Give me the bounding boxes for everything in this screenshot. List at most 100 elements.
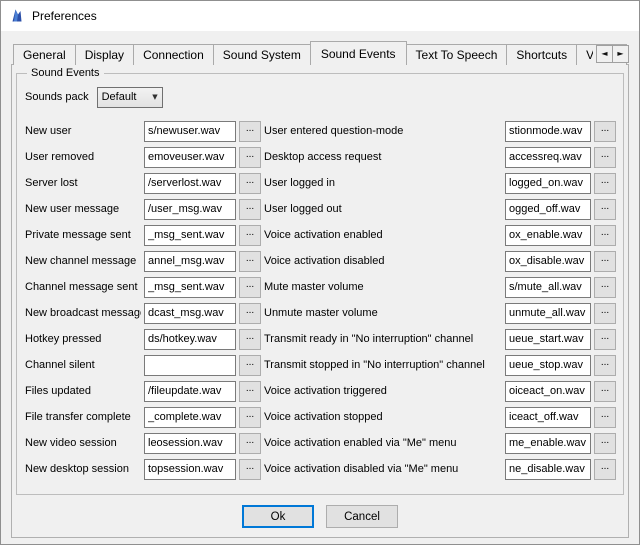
- tab-shortcuts[interactable]: Shortcuts: [506, 44, 577, 65]
- browse-button[interactable]: ...: [594, 381, 616, 402]
- sound-file-input[interactable]: [144, 251, 236, 272]
- sound-file-input[interactable]: [505, 303, 591, 324]
- sound-file-input[interactable]: [505, 225, 591, 246]
- browse-button[interactable]: ...: [239, 225, 261, 246]
- sound-file-input[interactable]: [144, 225, 236, 246]
- sound-file-input[interactable]: [505, 277, 591, 298]
- sound-file-input[interactable]: [505, 355, 591, 376]
- tab-bar: General Display Connection Sound System …: [11, 43, 629, 65]
- sound-file-input[interactable]: [144, 329, 236, 350]
- sound-file-input[interactable]: [144, 407, 236, 428]
- sound-event-row: New desktop session ... Voice activation…: [25, 456, 615, 482]
- preferences-dialog: Preferences General Display Connection S…: [0, 0, 640, 545]
- event-label: Channel silent: [25, 359, 141, 371]
- sound-file-input[interactable]: [144, 173, 236, 194]
- browse-button[interactable]: ...: [594, 147, 616, 168]
- sound-event-row: Private message sent ... Voice activatio…: [25, 222, 615, 248]
- ok-button[interactable]: Ok: [242, 505, 314, 528]
- browse-button[interactable]: ...: [239, 355, 261, 376]
- browse-button[interactable]: ...: [239, 303, 261, 324]
- browse-button[interactable]: ...: [594, 355, 616, 376]
- sound-file-input[interactable]: [505, 251, 591, 272]
- sound-event-row: File transfer complete ... Voice activat…: [25, 404, 615, 430]
- sound-event-row: New broadcast message ... Unmute master …: [25, 300, 615, 326]
- title-bar[interactable]: Preferences: [1, 1, 639, 31]
- tab-text-to-speech[interactable]: Text To Speech: [406, 44, 508, 65]
- browse-button[interactable]: ...: [594, 407, 616, 428]
- browse-button[interactable]: ...: [594, 459, 616, 480]
- event-label: Channel message sent: [25, 281, 141, 293]
- sound-file-input[interactable]: [505, 199, 591, 220]
- browse-button[interactable]: ...: [239, 381, 261, 402]
- sounds-pack-label: Sounds pack: [25, 91, 89, 103]
- sound-event-row: Hotkey pressed ... Transmit ready in "No…: [25, 326, 615, 352]
- browse-button[interactable]: ...: [239, 121, 261, 142]
- sound-file-input[interactable]: [505, 173, 591, 194]
- browse-button[interactable]: ...: [239, 199, 261, 220]
- browse-button[interactable]: ...: [594, 121, 616, 142]
- browse-button[interactable]: ...: [239, 147, 261, 168]
- groupbox-title: Sound Events: [27, 67, 104, 79]
- browse-button[interactable]: ...: [239, 459, 261, 480]
- sound-event-row: Files updated ... Voice activation trigg…: [25, 378, 615, 404]
- sound-file-input[interactable]: [505, 147, 591, 168]
- event-label: User logged in: [264, 177, 502, 189]
- sound-event-row: New user message ... User logged out ...: [25, 196, 615, 222]
- sound-file-input[interactable]: [505, 381, 591, 402]
- browse-button[interactable]: ...: [239, 277, 261, 298]
- sound-file-input[interactable]: [505, 121, 591, 142]
- cancel-button[interactable]: Cancel: [326, 505, 398, 528]
- event-label: Voice activation stopped: [264, 411, 502, 423]
- browse-button[interactable]: ...: [594, 173, 616, 194]
- sound-file-input[interactable]: [505, 407, 591, 428]
- tab-scroller: ◄ ►: [593, 45, 629, 63]
- browse-button[interactable]: ...: [594, 199, 616, 220]
- sound-file-input[interactable]: [505, 433, 591, 454]
- browse-button[interactable]: ...: [594, 329, 616, 350]
- tab-scroll-right-button[interactable]: ►: [612, 45, 629, 63]
- sound-file-input[interactable]: [144, 147, 236, 168]
- event-label: Mute master volume: [264, 281, 502, 293]
- browse-button[interactable]: ...: [594, 277, 616, 298]
- sound-file-input[interactable]: [144, 355, 236, 376]
- tab-sound-events[interactable]: Sound Events: [310, 41, 407, 65]
- chevron-down-icon: ▼: [152, 93, 157, 101]
- browse-button[interactable]: ...: [594, 251, 616, 272]
- event-label: New video session: [25, 437, 141, 449]
- sound-file-input[interactable]: [144, 433, 236, 454]
- browse-button[interactable]: ...: [239, 407, 261, 428]
- event-label: Voice activation disabled: [264, 255, 502, 267]
- dialog-body: General Display Connection Sound System …: [1, 31, 639, 544]
- event-label: New channel message: [25, 255, 141, 267]
- sound-file-input[interactable]: [144, 459, 236, 480]
- sound-event-row: Server lost ... User logged in ...: [25, 170, 615, 196]
- sound-event-row: New channel message ... Voice activation…: [25, 248, 615, 274]
- browse-button[interactable]: ...: [239, 173, 261, 194]
- event-label: Server lost: [25, 177, 141, 189]
- tab-connection[interactable]: Connection: [133, 44, 214, 65]
- tab-general[interactable]: General: [13, 44, 76, 65]
- tab-display[interactable]: Display: [75, 44, 134, 65]
- tab-sound-system[interactable]: Sound System: [213, 44, 311, 65]
- tab-scroll-left-button[interactable]: ◄: [596, 45, 613, 63]
- event-label: Hotkey pressed: [25, 333, 141, 345]
- browse-button[interactable]: ...: [239, 433, 261, 454]
- browse-button[interactable]: ...: [594, 303, 616, 324]
- sound-file-input[interactable]: [505, 329, 591, 350]
- event-label: Files updated: [25, 385, 141, 397]
- browse-button[interactable]: ...: [239, 251, 261, 272]
- browse-button[interactable]: ...: [239, 329, 261, 350]
- browse-button[interactable]: ...: [594, 433, 616, 454]
- sound-file-input[interactable]: [144, 277, 236, 298]
- sound-event-row: New user ... User entered question-mode …: [25, 118, 615, 144]
- event-label: Voice activation enabled: [264, 229, 502, 241]
- sound-event-row: Channel silent ... Transmit stopped in "…: [25, 352, 615, 378]
- sound-file-input[interactable]: [505, 459, 591, 480]
- sound-file-input[interactable]: [144, 381, 236, 402]
- sound-file-input[interactable]: [144, 199, 236, 220]
- browse-button[interactable]: ...: [594, 225, 616, 246]
- sound-file-input[interactable]: [144, 303, 236, 324]
- left-arrow-icon: ◄: [601, 50, 607, 58]
- sounds-pack-select[interactable]: Default ▼: [97, 87, 163, 108]
- sound-file-input[interactable]: [144, 121, 236, 142]
